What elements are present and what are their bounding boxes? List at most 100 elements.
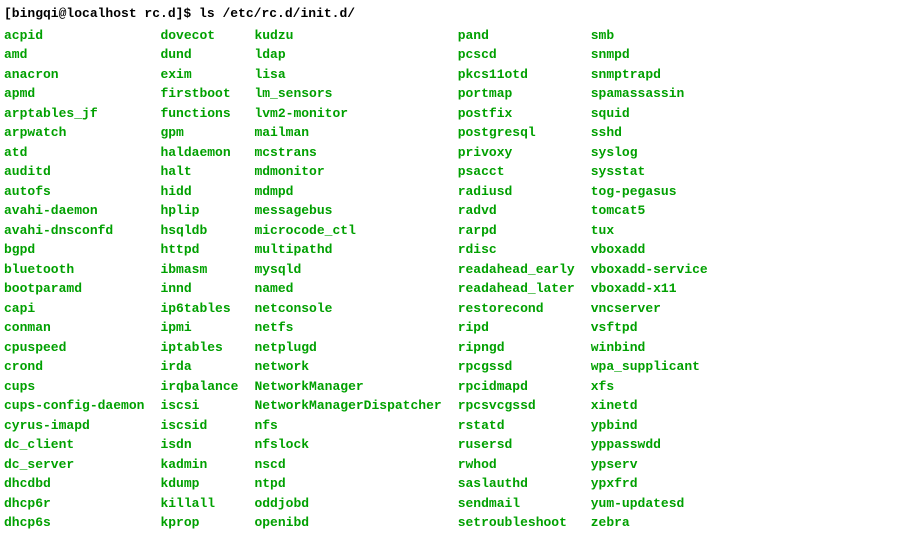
file-entry: avahi-daemon <box>4 201 144 221</box>
file-entry: postgresql <box>458 123 575 143</box>
file-entry: anacron <box>4 65 144 85</box>
file-entry: ypserv <box>591 455 708 475</box>
file-entry: smb <box>591 26 708 46</box>
file-entry: kprop <box>160 513 238 533</box>
file-entry: snmptrapd <box>591 65 708 85</box>
file-entry: saslauthd <box>458 474 575 494</box>
file-entry: avahi-dnsconfd <box>4 221 144 241</box>
file-entry: vncserver <box>591 299 708 319</box>
file-entry: vsftpd <box>591 318 708 338</box>
file-entry: psacct <box>458 162 575 182</box>
file-entry: mdmpd <box>254 182 441 202</box>
file-entry: isdn <box>160 435 238 455</box>
file-entry: arpwatch <box>4 123 144 143</box>
file-entry: httpd <box>160 240 238 260</box>
file-entry: crond <box>4 357 144 377</box>
file-entry: iscsid <box>160 416 238 436</box>
file-entry: netconsole <box>254 299 441 319</box>
file-entry: arptables_jf <box>4 104 144 124</box>
file-entry: vboxadd-service <box>591 260 708 280</box>
file-entry: gpm <box>160 123 238 143</box>
file-entry: ntpd <box>254 474 441 494</box>
file-entry: rusersd <box>458 435 575 455</box>
file-entry: cups <box>4 377 144 397</box>
file-entry: cups-config-daemon <box>4 396 144 416</box>
file-entry: rarpd <box>458 221 575 241</box>
file-entry: apmd <box>4 84 144 104</box>
file-entry: firstboot <box>160 84 238 104</box>
file-entry: netfs <box>254 318 441 338</box>
file-entry: pcscd <box>458 45 575 65</box>
file-entry: lisa <box>254 65 441 85</box>
file-entry: syslog <box>591 143 708 163</box>
file-entry: setroubleshoot <box>458 513 575 533</box>
file-entry: microcode_ctl <box>254 221 441 241</box>
file-entry: lm_sensors <box>254 84 441 104</box>
file-entry: yum-updatesd <box>591 494 708 514</box>
file-entry: portmap <box>458 84 575 104</box>
file-entry: rpcgssd <box>458 357 575 377</box>
file-entry: tux <box>591 221 708 241</box>
file-entry: spamassassin <box>591 84 708 104</box>
file-entry: readahead_later <box>458 279 575 299</box>
file-entry: sysstat <box>591 162 708 182</box>
file-entry: dhcp6s <box>4 513 144 533</box>
file-entry: rdisc <box>458 240 575 260</box>
file-entry: rpcidmapd <box>458 377 575 397</box>
file-entry: readahead_early <box>458 260 575 280</box>
file-entry: ipmi <box>160 318 238 338</box>
file-entry: halt <box>160 162 238 182</box>
file-entry: haldaemon <box>160 143 238 163</box>
file-entry: kdump <box>160 474 238 494</box>
file-entry: ip6tables <box>160 299 238 319</box>
file-entry: lvm2-monitor <box>254 104 441 124</box>
col-1: dovecotdundeximfirstbootfunctionsgpmhald… <box>160 26 238 533</box>
file-entry: mailman <box>254 123 441 143</box>
file-entry: hsqldb <box>160 221 238 241</box>
file-entry: netplugd <box>254 338 441 358</box>
file-entry: amd <box>4 45 144 65</box>
prompt-user-host: [bingqi@localhost rc.d]$ <box>4 6 199 21</box>
file-entry: vboxadd-x11 <box>591 279 708 299</box>
file-entry: atd <box>4 143 144 163</box>
file-entry: named <box>254 279 441 299</box>
file-entry: ripngd <box>458 338 575 358</box>
file-entry: dc_client <box>4 435 144 455</box>
file-entry: exim <box>160 65 238 85</box>
file-entry: irda <box>160 357 238 377</box>
file-entry: oddjobd <box>254 494 441 514</box>
file-entry: functions <box>160 104 238 124</box>
file-entry: kadmin <box>160 455 238 475</box>
file-entry: pand <box>458 26 575 46</box>
file-entry: auditd <box>4 162 144 182</box>
file-entry: xfs <box>591 377 708 397</box>
file-entry: network <box>254 357 441 377</box>
file-entry: kudzu <box>254 26 441 46</box>
file-entry: radiusd <box>458 182 575 202</box>
file-entry: radvd <box>458 201 575 221</box>
file-entry: NetworkManager <box>254 377 441 397</box>
file-entry: iptables <box>160 338 238 358</box>
file-entry: openibd <box>254 513 441 533</box>
file-entry: yppasswdd <box>591 435 708 455</box>
file-entry: nfs <box>254 416 441 436</box>
file-entry: acpid <box>4 26 144 46</box>
file-entry: cyrus-imapd <box>4 416 144 436</box>
file-entry: restorecond <box>458 299 575 319</box>
file-entry: multipathd <box>254 240 441 260</box>
file-entry: squid <box>591 104 708 124</box>
file-entry: mdmonitor <box>254 162 441 182</box>
col-2: kudzuldaplisalm_sensorslvm2-monitormailm… <box>254 26 441 533</box>
file-entry: pkcs11otd <box>458 65 575 85</box>
file-entry: killall <box>160 494 238 514</box>
col-3: pandpcscdpkcs11otdportmappostfixpostgres… <box>458 26 575 533</box>
file-entry: ypxfrd <box>591 474 708 494</box>
file-entry: ypbind <box>591 416 708 436</box>
file-entry: dc_server <box>4 455 144 475</box>
file-entry: privoxy <box>458 143 575 163</box>
file-entry: bluetooth <box>4 260 144 280</box>
file-entry: xinetd <box>591 396 708 416</box>
file-entry: hplip <box>160 201 238 221</box>
file-entry: vboxadd <box>591 240 708 260</box>
file-entry: nfslock <box>254 435 441 455</box>
